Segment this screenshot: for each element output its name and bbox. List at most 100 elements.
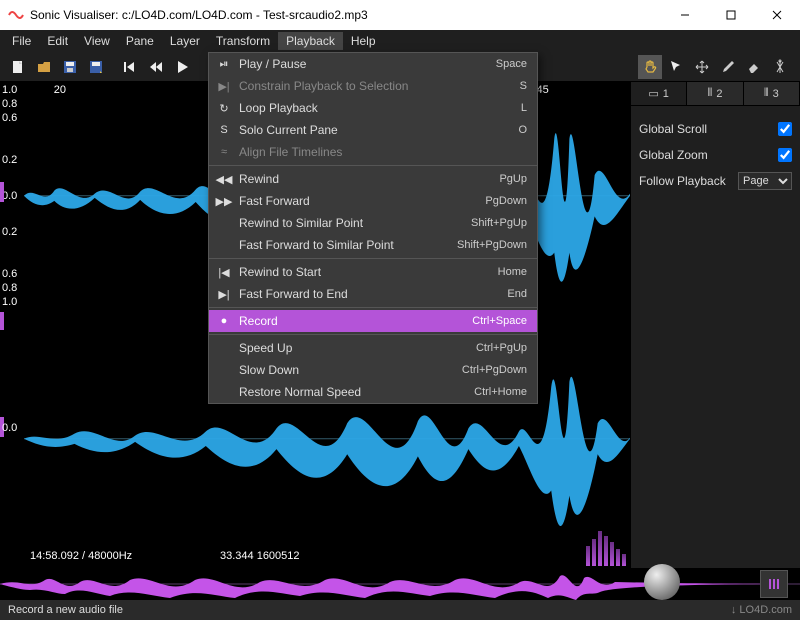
menu-pane[interactable]: Pane — [118, 32, 162, 50]
menu-item-label: Loop Playback — [233, 101, 521, 115]
open-button[interactable] — [32, 55, 56, 79]
menu-help[interactable]: Help — [343, 32, 384, 50]
panel-row-label: Follow Playback — [639, 174, 738, 188]
level-meter — [586, 516, 626, 566]
menu-layer[interactable]: Layer — [162, 32, 208, 50]
menu-item-play-pause[interactable]: ⏯Play / PauseSpace — [209, 53, 537, 75]
menu-item-icon: ▶▶ — [215, 195, 233, 208]
select-follow-playback[interactable]: Page — [738, 172, 792, 190]
panel-tab-3[interactable]: ⦀3 — [744, 82, 800, 105]
close-button[interactable] — [754, 0, 800, 30]
menu-item-shortcut: O — [518, 124, 527, 136]
menu-item-shortcut: PgDown — [485, 195, 527, 207]
menu-item-rewind-to-similar-point[interactable]: Rewind to Similar PointShift+PgUp — [209, 212, 537, 234]
menu-edit[interactable]: Edit — [39, 32, 76, 50]
footer-tool-button[interactable] — [760, 570, 788, 598]
menu-item-slow-down[interactable]: Slow DownCtrl+PgDown — [209, 359, 537, 381]
status-text: Record a new audio file — [8, 604, 123, 616]
menu-item-align-file-timelines: ≈Align File Timelines — [209, 141, 537, 163]
menu-item-label: Rewind — [233, 172, 499, 186]
panel-row-label: Global Scroll — [639, 122, 778, 136]
menu-item-label: Rewind to Similar Point — [233, 216, 471, 230]
menu-item-icon: ≈ — [215, 146, 233, 158]
menu-item-rewind[interactable]: ◀◀RewindPgUp — [209, 168, 537, 190]
eraser-tool-button[interactable] — [742, 55, 766, 79]
minimize-button[interactable] — [662, 0, 708, 30]
statusbar: Record a new audio file ↓ LO4D.com — [0, 600, 800, 620]
menu-separator — [209, 307, 537, 308]
pointer-tool-button[interactable] — [664, 55, 688, 79]
speed-dial[interactable] — [644, 564, 680, 600]
menu-item-shortcut: Ctrl+PgUp — [476, 342, 527, 354]
menu-item-shortcut: Ctrl+PgDown — [462, 364, 527, 376]
menu-item-label: Restore Normal Speed — [233, 385, 474, 399]
tab-label: 1 — [663, 88, 669, 100]
menu-item-restore-normal-speed[interactable]: Restore Normal SpeedCtrl+Home — [209, 381, 537, 403]
menu-item-shortcut: Space — [496, 58, 527, 70]
time-tick: 20 — [54, 84, 66, 96]
menu-item-loop-playback[interactable]: ↻Loop PlaybackL — [209, 97, 537, 119]
menu-item-record[interactable]: ●RecordCtrl+Space — [209, 310, 537, 332]
menu-item-fast-forward-to-similar-point[interactable]: Fast Forward to Similar PointShift+PgDow… — [209, 234, 537, 256]
menu-item-shortcut: PgUp — [499, 173, 527, 185]
tab-icon: ⦀ — [764, 87, 769, 100]
tab-label: 3 — [773, 88, 779, 100]
menu-item-icon: |◀ — [215, 266, 233, 279]
menu-item-label: Align File Timelines — [233, 145, 527, 159]
menu-item-icon: ● — [215, 315, 233, 327]
menu-item-shortcut: End — [507, 288, 527, 300]
save-button[interactable] — [58, 55, 82, 79]
menu-item-label: Fast Forward — [233, 194, 485, 208]
play-button[interactable] — [170, 55, 194, 79]
menu-view[interactable]: View — [76, 32, 118, 50]
menu-item-speed-up[interactable]: Speed UpCtrl+PgUp — [209, 337, 537, 359]
panel-tabs: ▭1⦀2⦀3 — [631, 82, 800, 106]
panel-row-global-zoom: Global Zoom — [639, 142, 792, 168]
measure-tool-button[interactable] — [768, 55, 792, 79]
overview-waveform — [0, 568, 800, 600]
panel-tab-1[interactable]: ▭1 — [631, 82, 687, 105]
menu-item-fast-forward[interactable]: ▶▶Fast ForwardPgDown — [209, 190, 537, 212]
panel-row-follow-playback: Follow PlaybackPage — [639, 168, 792, 194]
new-file-button[interactable] — [6, 55, 30, 79]
hand-tool-button[interactable] — [638, 55, 662, 79]
menu-item-icon: ↻ — [215, 102, 233, 115]
overview-pane[interactable] — [0, 568, 800, 600]
menubar: FileEditViewPaneLayerTransformPlaybackHe… — [0, 30, 800, 52]
menu-playback[interactable]: Playback — [278, 32, 343, 50]
window-title: Sonic Visualiser: c:/LO4D.com/LO4D.com -… — [30, 8, 662, 22]
save-as-button[interactable] — [84, 55, 108, 79]
pencil-tool-button[interactable] — [716, 55, 740, 79]
menu-file[interactable]: File — [4, 32, 39, 50]
menu-transform[interactable]: Transform — [208, 32, 278, 50]
brand-watermark: ↓ LO4D.com — [731, 604, 792, 616]
move-tool-button[interactable] — [690, 55, 714, 79]
menu-item-icon: ⏯ — [215, 58, 233, 71]
menu-item-solo-current-pane[interactable]: SSolo Current PaneO — [209, 119, 537, 141]
rewind-button[interactable] — [144, 55, 168, 79]
panel-row-label: Global Zoom — [639, 148, 778, 162]
menu-item-shortcut: Home — [498, 266, 527, 278]
time-tick: 45 — [537, 84, 549, 96]
maximize-button[interactable] — [708, 0, 754, 30]
menu-item-shortcut: Shift+PgUp — [471, 217, 527, 229]
menu-item-icon: S — [215, 124, 233, 136]
app-icon — [8, 7, 24, 23]
panel-tab-2[interactable]: ⦀2 — [687, 82, 743, 105]
checkbox-global-scroll[interactable] — [778, 122, 792, 136]
menu-item-constrain-playback-to-selection: ▶|Constrain Playback to SelectionS — [209, 75, 537, 97]
tab-label: 2 — [716, 88, 722, 100]
rewind-start-button[interactable] — [118, 55, 142, 79]
menu-item-label: Record — [233, 314, 472, 328]
menu-item-label: Rewind to Start — [233, 265, 498, 279]
menu-item-icon: ◀◀ — [215, 173, 233, 186]
menu-item-shortcut: L — [521, 102, 527, 114]
sample-position-label: 33.344 1600512 — [220, 550, 300, 562]
menu-item-label: Slow Down — [233, 363, 462, 377]
menu-item-fast-forward-to-end[interactable]: ▶|Fast Forward to EndEnd — [209, 283, 537, 305]
window-controls — [662, 0, 800, 30]
menu-item-shortcut: Shift+PgDown — [457, 239, 527, 251]
menu-item-rewind-to-start[interactable]: |◀Rewind to StartHome — [209, 261, 537, 283]
menu-item-label: Fast Forward to End — [233, 287, 507, 301]
checkbox-global-zoom[interactable] — [778, 148, 792, 162]
